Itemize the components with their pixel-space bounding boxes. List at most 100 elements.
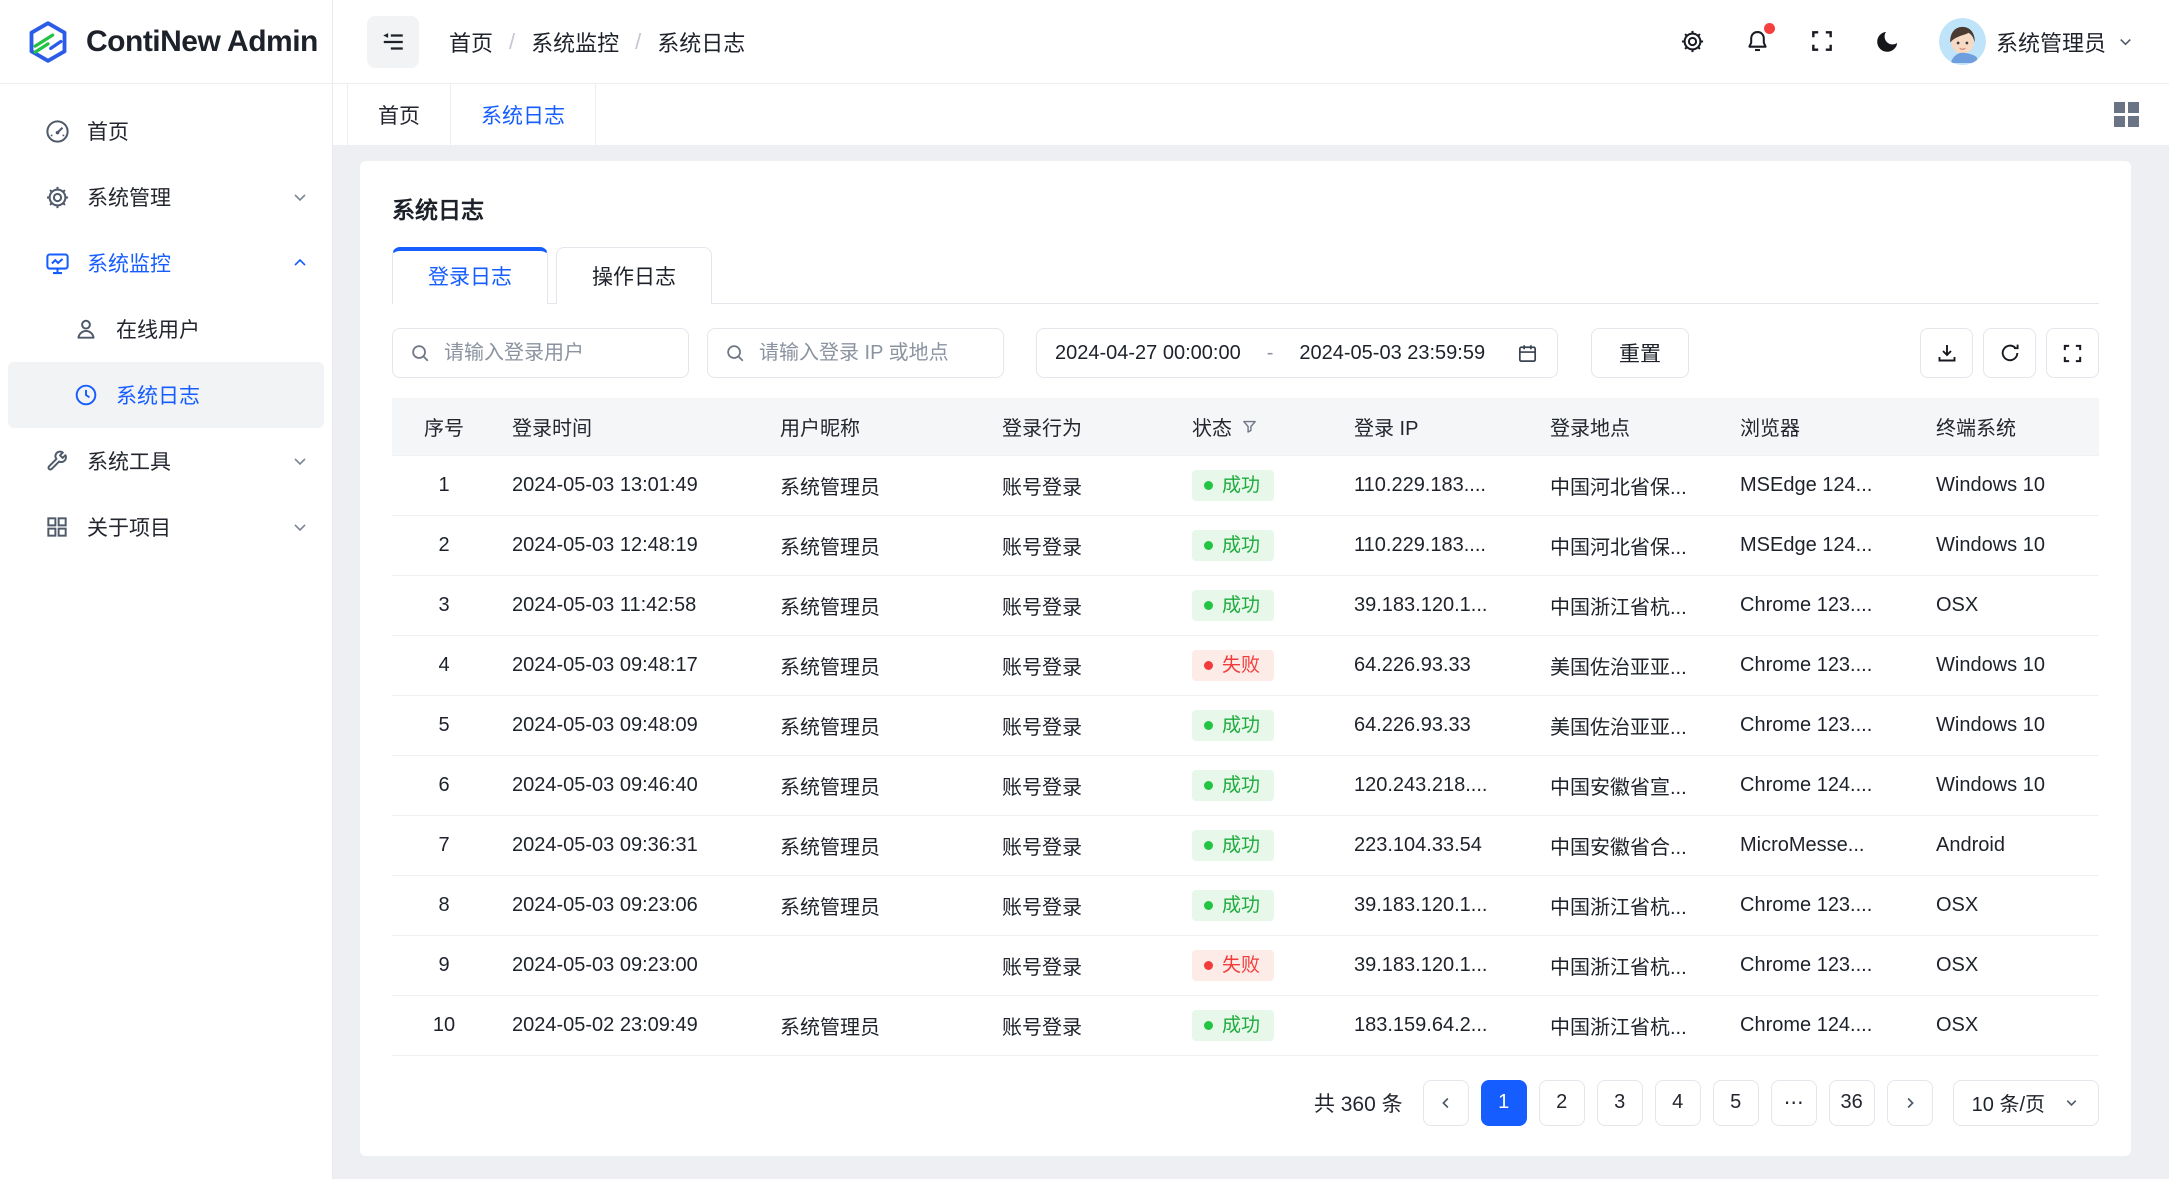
header-actions: 系统管理员 [1679,18,2135,65]
main-area: 首页 / 系统监控 / 系统日志 [333,0,2169,1179]
cell-status: 成功 [1176,695,1338,755]
sidebar-item-system-monitor[interactable]: 系统监控 [0,230,332,296]
status-badge: 失败 [1192,650,1274,681]
page-size-select[interactable]: 10 条/页 [1953,1080,2099,1126]
sidebar-item-system-log[interactable]: 系统日志 [8,362,324,428]
cell-no: 9 [392,935,496,995]
cell-action: 账号登录 [986,695,1176,755]
app-logo-icon [26,20,70,64]
settings-icon[interactable] [1679,28,1706,55]
page-button-4[interactable]: 4 [1655,1080,1701,1126]
notification-bell-icon[interactable] [1744,28,1771,55]
filter-funnel-icon[interactable] [1241,418,1258,435]
status-badge: 成功 [1192,530,1274,561]
breadcrumb-item[interactable]: 首页 [449,26,493,58]
status-dot-icon [1204,1021,1213,1030]
chevron-down-icon [2063,1094,2080,1111]
dashboard-icon [44,118,71,145]
cell-ip: 39.183.120.1... [1338,935,1534,995]
sidebar-item-online-users[interactable]: 在线用户 [0,296,332,362]
col-terminal-os: 终端系统 [1920,398,2099,455]
cell-action: 账号登录 [986,755,1176,815]
tab-operation-log[interactable]: 操作日志 [556,247,712,304]
cell-user: 系统管理员 [764,455,986,515]
search-icon [724,342,746,364]
tab-system-log[interactable]: 系统日志 [451,84,596,145]
page-button-1[interactable]: 1 [1481,1080,1527,1126]
page-button-2[interactable]: 2 [1539,1080,1585,1126]
cell-action: 账号登录 [986,575,1176,635]
tab-list-grid-icon[interactable] [2114,102,2139,127]
status-dot-icon [1204,721,1213,730]
col-status: 状态 [1176,398,1338,455]
export-download-button[interactable] [1920,328,1973,378]
breadcrumb-separator: / [509,29,515,55]
cell-status: 成功 [1176,995,1338,1055]
cell-no: 2 [392,515,496,575]
cell-no: 4 [392,635,496,695]
login-ip-search[interactable] [707,328,1004,378]
cell-user: 系统管理员 [764,695,986,755]
cell-browser: MSEdge 124... [1724,515,1920,575]
fullscreen-icon[interactable] [1809,28,1836,55]
page-ellipsis-button[interactable]: ⋯ [1771,1080,1817,1126]
cell-no: 5 [392,695,496,755]
cell-browser: Chrome 123.... [1724,695,1920,755]
cell-location: 中国浙江省杭... [1534,935,1724,995]
sidebar-collapse-button[interactable] [367,16,419,68]
login-user-search[interactable] [392,328,689,378]
cell-browser: Chrome 124.... [1724,995,1920,1055]
refresh-button[interactable] [1983,328,2036,378]
sidebar: ContiNew Admin 首页 [0,0,333,1179]
cell-no: 6 [392,755,496,815]
chevron-down-icon [290,451,310,471]
next-page-button[interactable] [1887,1080,1933,1126]
cell-location: 中国浙江省杭... [1534,575,1724,635]
cell-user [764,935,986,995]
reset-button[interactable]: 重置 [1591,328,1689,378]
status-badge: 成功 [1192,590,1274,621]
status-badge: 成功 [1192,1010,1274,1041]
cell-location: 中国安徽省合... [1534,815,1724,875]
sidebar-item-system-tools[interactable]: 系统工具 [0,428,332,494]
sidebar-item-label: 首页 [87,116,129,146]
table-row: 8 2024-05-03 09:23:06 系统管理员 账号登录 成功 39.1… [392,875,2099,935]
status-dot-icon [1204,841,1213,850]
pagination: 共 360 条 1 2 3 4 5 ⋯ 36 [392,1080,2099,1126]
cell-time: 2024-05-03 09:23:00 [496,935,764,995]
search-input[interactable] [759,342,987,365]
avatar [1939,18,1986,65]
page-size-value: 10 条/页 [1972,1088,2045,1117]
page-button-36[interactable]: 36 [1829,1080,1875,1126]
cell-browser: Chrome 123.... [1724,635,1920,695]
page-button-3[interactable]: 3 [1597,1080,1643,1126]
breadcrumb-item[interactable]: 系统日志 [657,26,745,58]
table-fullscreen-button[interactable] [2046,328,2099,378]
cell-location: 中国安徽省宣... [1534,755,1724,815]
tab-home[interactable]: 首页 [347,84,451,145]
cell-time: 2024-05-03 09:46:40 [496,755,764,815]
date-end: 2024-05-03 23:59:59 [1299,342,1485,365]
logo-row[interactable]: ContiNew Admin [0,0,332,84]
page-button-5[interactable]: 5 [1713,1080,1759,1126]
search-input[interactable] [444,342,672,365]
login-log-table: 序号 登录时间 用户昵称 登录行为 状态 [392,398,2099,1056]
cell-time: 2024-05-03 09:23:06 [496,875,764,935]
sidebar-item-home[interactable]: 首页 [0,98,332,164]
sidebar-item-about-project[interactable]: 关于项目 [0,494,332,560]
date-range-picker[interactable]: 2024-04-27 00:00:00 - 2024-05-03 23:59:5… [1036,328,1558,378]
sidebar-menu: 首页 系统管理 [0,84,332,560]
monitor-icon [44,250,71,277]
prev-page-button[interactable] [1423,1080,1469,1126]
cell-time: 2024-05-02 23:09:49 [496,995,764,1055]
sidebar-item-label: 系统工具 [87,446,171,476]
sidebar-item-label: 系统监控 [87,248,171,278]
dark-mode-moon-icon[interactable] [1874,28,1901,55]
breadcrumb-item[interactable]: 系统监控 [531,26,619,58]
sidebar-item-system-management[interactable]: 系统管理 [0,164,332,230]
cell-user: 系统管理员 [764,875,986,935]
status-badge: 成功 [1192,470,1274,501]
tab-login-log[interactable]: 登录日志 [392,247,548,304]
user-icon [73,316,100,343]
user-menu[interactable]: 系统管理员 [1939,18,2135,65]
